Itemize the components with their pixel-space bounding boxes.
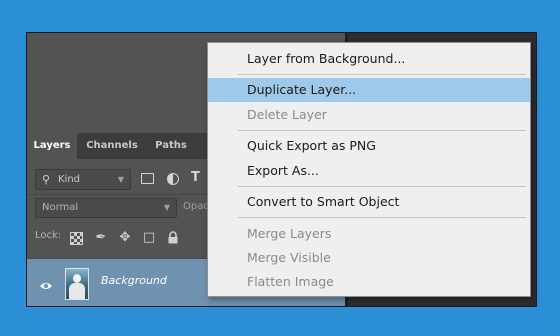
- menu-separator: [238, 130, 526, 131]
- tab-paths[interactable]: Paths: [147, 133, 195, 159]
- menu-separator: [238, 186, 526, 187]
- opacity-label: Opac: [183, 201, 209, 212]
- menu-item-merge-visible[interactable]: Merge Visible: [208, 246, 530, 270]
- kind-filter-dropdown[interactable]: ⚲ Kind ▼: [35, 169, 131, 190]
- eye-icon[interactable]: [39, 276, 53, 289]
- menu-separator: [238, 74, 526, 75]
- context-menu: Layer from Background... Duplicate Layer…: [207, 42, 531, 297]
- search-icon: ⚲: [42, 173, 51, 186]
- tab-channels[interactable]: Channels: [79, 133, 145, 159]
- menu-item-delete-layer[interactable]: Delete Layer: [208, 103, 530, 127]
- tab-layers[interactable]: Layers: [27, 133, 77, 159]
- menu-item-quick-export-png[interactable]: Quick Export as PNG: [208, 134, 530, 158]
- image-filter-icon[interactable]: [141, 173, 154, 184]
- lock-label: Lock:: [35, 230, 62, 241]
- lock-position-icon[interactable]: ✥: [118, 231, 132, 245]
- menu-item-layer-from-background[interactable]: Layer from Background...: [208, 47, 530, 71]
- menu-item-merge-layers[interactable]: Merge Layers: [208, 222, 530, 246]
- lock-transparent-icon[interactable]: [70, 232, 83, 245]
- menu-item-convert-smart-object[interactable]: Convert to Smart Object: [208, 190, 530, 214]
- lock-paint-icon[interactable]: ✒: [94, 231, 108, 245]
- chevron-down-icon: ▼: [163, 203, 170, 212]
- type-filter-icon[interactable]: T: [191, 167, 200, 189]
- menu-separator: [238, 217, 526, 218]
- kind-filter-label: Kind: [58, 174, 81, 185]
- adjustment-filter-icon[interactable]: [167, 173, 179, 185]
- layer-thumbnail: [65, 268, 89, 300]
- menu-item-flatten-image[interactable]: Flatten Image: [208, 270, 530, 294]
- menu-item-export-as[interactable]: Export As...: [208, 159, 530, 183]
- blend-mode-select[interactable]: Normal ▼: [35, 198, 177, 218]
- lock-all-icon[interactable]: [166, 231, 180, 245]
- chevron-down-icon: ▼: [117, 175, 124, 184]
- blend-mode-value: Normal: [42, 202, 79, 213]
- lock-artboard-icon[interactable]: □: [142, 231, 156, 245]
- layer-name[interactable]: Background: [101, 274, 167, 287]
- menu-item-duplicate-layer[interactable]: Duplicate Layer...: [208, 78, 530, 102]
